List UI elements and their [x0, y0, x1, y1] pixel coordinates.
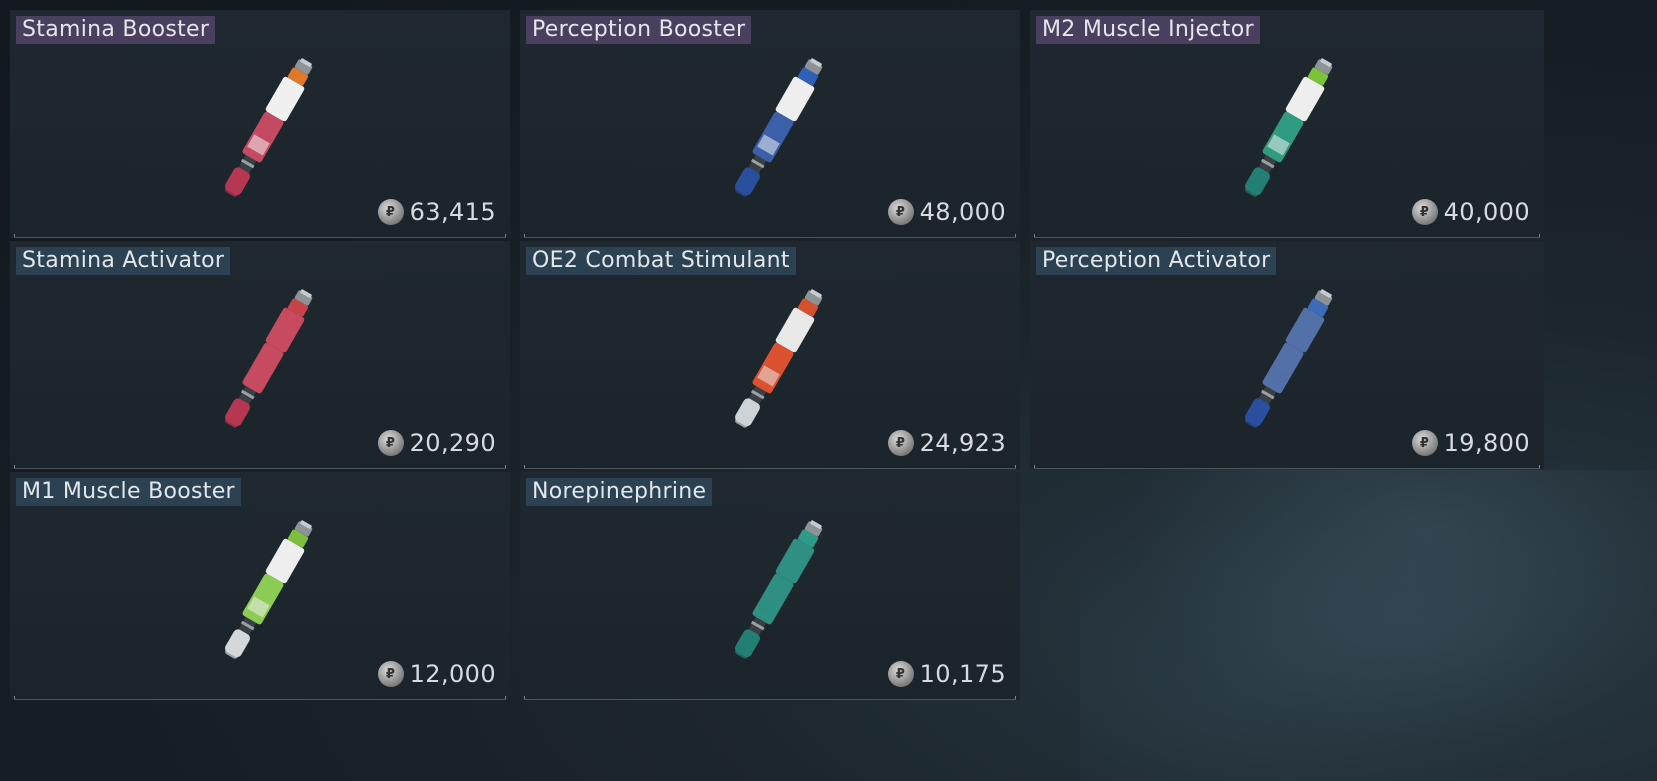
injector-icon — [1245, 58, 1333, 197]
divider-tick — [1015, 465, 1016, 469]
price-value: 48,000 — [919, 198, 1006, 226]
rouble-coin-icon: ₽ — [377, 430, 404, 456]
item-name: Perception Activator — [1036, 247, 1277, 275]
price-value: 19,800 — [1443, 429, 1530, 457]
item-card-oe2-combat-stimulant[interactable]: OE2 Combat Stimulant ₽24,923 — [520, 241, 1020, 469]
item-card-stamina-booster[interactable]: Stamina Booster ₽63,415 — [10, 10, 510, 238]
rouble-coin-icon: ₽ — [1411, 430, 1438, 456]
item-name: Perception Booster — [526, 16, 752, 44]
divider-tick — [505, 696, 506, 700]
divider-tick — [524, 465, 525, 469]
item-name: M2 Muscle Injector — [1036, 16, 1260, 44]
injector-icon — [735, 520, 823, 659]
item-price: ₽63,415 — [377, 196, 496, 228]
background-smoke — [1080, 470, 1657, 781]
price-value: 12,000 — [409, 660, 496, 688]
item-name: OE2 Combat Stimulant — [526, 247, 796, 275]
divider-tick — [1015, 234, 1016, 238]
rouble-coin-icon: ₽ — [377, 661, 404, 687]
rouble-coin-icon: ₽ — [377, 199, 404, 225]
item-card-m2-muscle-injector[interactable]: M2 Muscle Injector ₽40,000 — [1030, 10, 1544, 238]
item-price: ₽19,800 — [1411, 427, 1530, 459]
item-card-perception-booster[interactable]: Perception Booster ₽48,000 — [520, 10, 1020, 238]
item-card-m1-muscle-booster[interactable]: M1 Muscle Booster ₽12,000 — [10, 472, 510, 700]
divider-tick — [1034, 465, 1035, 469]
injector-icon — [735, 289, 823, 428]
divider-tick — [14, 465, 15, 469]
divider-tick — [14, 234, 15, 238]
rouble-coin-icon: ₽ — [887, 199, 914, 225]
item-price: ₽10,175 — [887, 658, 1006, 690]
divider-tick — [1539, 234, 1540, 238]
item-card-stamina-activator[interactable]: Stamina Activator ₽20,290 — [10, 241, 510, 469]
divider-tick — [524, 696, 525, 700]
divider-tick — [1034, 234, 1035, 238]
divider-tick — [14, 696, 15, 700]
divider-tick — [505, 465, 506, 469]
item-name: Stamina Activator — [16, 247, 231, 275]
item-name: Stamina Booster — [16, 16, 216, 44]
price-value: 10,175 — [919, 660, 1006, 688]
item-price: ₽20,290 — [377, 427, 496, 459]
rouble-coin-icon: ₽ — [1411, 199, 1438, 225]
item-name: M1 Muscle Booster — [16, 478, 241, 506]
item-card-norepinephrine[interactable]: Norepinephrine ₽10,175 — [520, 472, 1020, 700]
injector-icon — [225, 289, 313, 428]
divider-tick — [524, 234, 525, 238]
price-value: 63,415 — [409, 198, 496, 226]
rouble-coin-icon: ₽ — [887, 430, 914, 456]
item-price: ₽24,923 — [887, 427, 1006, 459]
item-price: ₽40,000 — [1411, 196, 1530, 228]
item-name: Norepinephrine — [526, 478, 713, 506]
item-card-perception-activator[interactable]: Perception Activator ₽19,800 — [1030, 241, 1544, 469]
rouble-coin-icon: ₽ — [887, 661, 914, 687]
price-value: 24,923 — [919, 429, 1006, 457]
injector-icon — [1245, 289, 1333, 428]
injector-icon — [225, 58, 313, 197]
divider-tick — [1015, 696, 1016, 700]
price-value: 20,290 — [409, 429, 496, 457]
divider-tick — [505, 234, 506, 238]
price-value: 40,000 — [1443, 198, 1530, 226]
injector-icon — [735, 58, 823, 197]
item-price: ₽48,000 — [887, 196, 1006, 228]
divider-tick — [1539, 465, 1540, 469]
injector-icon — [225, 520, 313, 659]
item-price: ₽12,000 — [377, 658, 496, 690]
